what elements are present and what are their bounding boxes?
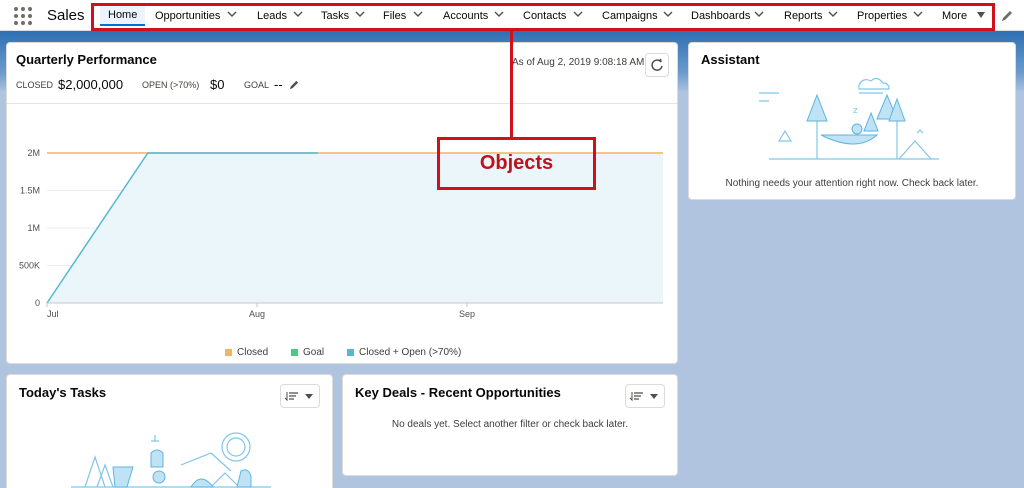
- chevron-down-icon[interactable]: [293, 9, 303, 19]
- card-title: Quarterly Performance: [16, 52, 157, 67]
- x-tick-label: Sep: [459, 309, 475, 319]
- nav-item-accounts[interactable]: Accounts: [443, 10, 488, 22]
- chevron-down-icon[interactable]: [573, 9, 583, 19]
- assistant-message: Nothing needs your attention right now. …: [725, 178, 979, 189]
- filter-menu-button[interactable]: [280, 384, 320, 408]
- y-tick-label: 1M: [27, 223, 40, 233]
- nav-item-tasks[interactable]: Tasks: [321, 10, 349, 22]
- key-deals-message: No deals yet. Select another filter or c…: [391, 419, 629, 430]
- nav-item-opportunities[interactable]: Opportunities: [155, 10, 220, 22]
- x-tick-label: Aug: [249, 309, 265, 319]
- nav-item-dashboards[interactable]: Dashboards: [691, 10, 750, 22]
- y-tick-label: 2M: [27, 148, 40, 158]
- legend-swatch-goal: [291, 349, 298, 356]
- global-navigation: Sales Home Opportunities Leads Tasks Fil…: [0, 0, 1024, 31]
- refresh-button[interactable]: [645, 53, 669, 77]
- x-tick-label: Jul: [47, 309, 59, 319]
- objects-annotation-callout: Objects: [437, 137, 596, 190]
- app-launcher-icon[interactable]: [14, 7, 32, 25]
- legend-swatch-closed: [225, 349, 232, 356]
- nav-item-properties[interactable]: Properties: [857, 10, 907, 22]
- chevron-down-icon[interactable]: [828, 9, 838, 19]
- legend-swatch-closed-open: [347, 349, 354, 356]
- nav-item-files[interactable]: Files: [383, 10, 406, 22]
- as-of-timestamp: As of Aug 2, 2019 9:08:18 AM: [512, 57, 645, 68]
- card-title: Assistant: [701, 52, 760, 67]
- svg-text:z: z: [853, 106, 858, 116]
- legend-goal: Goal: [303, 347, 325, 358]
- closed-label: CLOSED: [16, 80, 54, 90]
- nav-item-campaigns[interactable]: Campaigns: [602, 10, 658, 22]
- nav-item-leads[interactable]: Leads: [257, 10, 287, 22]
- chevron-down-icon[interactable]: [913, 9, 923, 19]
- sort-filter-icon: [629, 392, 658, 402]
- edit-nav-pencil-icon[interactable]: [1000, 9, 1014, 23]
- chevron-down-icon[interactable]: [663, 9, 673, 19]
- card-title: Key Deals - Recent Opportunities: [355, 385, 561, 400]
- goal-label: GOAL: [244, 80, 270, 90]
- nav-item-reports[interactable]: Reports: [784, 10, 823, 22]
- annotation-connector: [510, 30, 513, 138]
- chevron-down-icon[interactable]: [355, 9, 365, 19]
- nav-item-contacts[interactable]: Contacts: [523, 10, 566, 22]
- chevron-down-icon[interactable]: [754, 9, 764, 19]
- divider: [7, 103, 677, 104]
- key-deals-card: Key Deals - Recent Opportunities No deal…: [342, 374, 678, 476]
- assistant-illustration: z: [759, 77, 939, 160]
- edit-goal-pencil-icon[interactable]: [289, 79, 300, 90]
- y-tick-label: 0: [35, 298, 40, 308]
- assistant-card: Assistant z Nothing needs your attention…: [688, 42, 1016, 200]
- refresh-icon: [651, 58, 663, 71]
- caret-down-icon[interactable]: [977, 12, 985, 18]
- chevron-down-icon[interactable]: [227, 9, 237, 19]
- open-label: OPEN (>70%): [142, 80, 200, 90]
- legend-closed-open: Closed + Open (>70%): [359, 347, 462, 358]
- nav-item-more[interactable]: More: [942, 10, 967, 22]
- y-tick-label: 1.5M: [20, 186, 40, 196]
- legend-closed: Closed: [237, 347, 269, 358]
- chevron-down-icon[interactable]: [413, 9, 423, 19]
- todays-tasks-card: Today's Tasks: [6, 374, 333, 488]
- filter-menu-button[interactable]: [625, 384, 665, 408]
- annotation-label: Objects: [479, 152, 554, 174]
- app-name: Sales: [47, 7, 85, 24]
- open-value: $0: [210, 77, 225, 92]
- card-title: Today's Tasks: [19, 385, 107, 400]
- y-tick-label: 500K: [19, 261, 40, 271]
- nav-item-home[interactable]: Home: [100, 6, 146, 26]
- quarterly-performance-card: Quarterly Performance As of Aug 2, 2019 …: [6, 42, 678, 364]
- chevron-down-icon[interactable]: [494, 9, 504, 19]
- closed-value: $2,000,000: [58, 77, 124, 92]
- goal-value: --: [274, 77, 283, 92]
- tasks-illustration: [71, 432, 271, 488]
- sort-filter-icon: [284, 392, 313, 402]
